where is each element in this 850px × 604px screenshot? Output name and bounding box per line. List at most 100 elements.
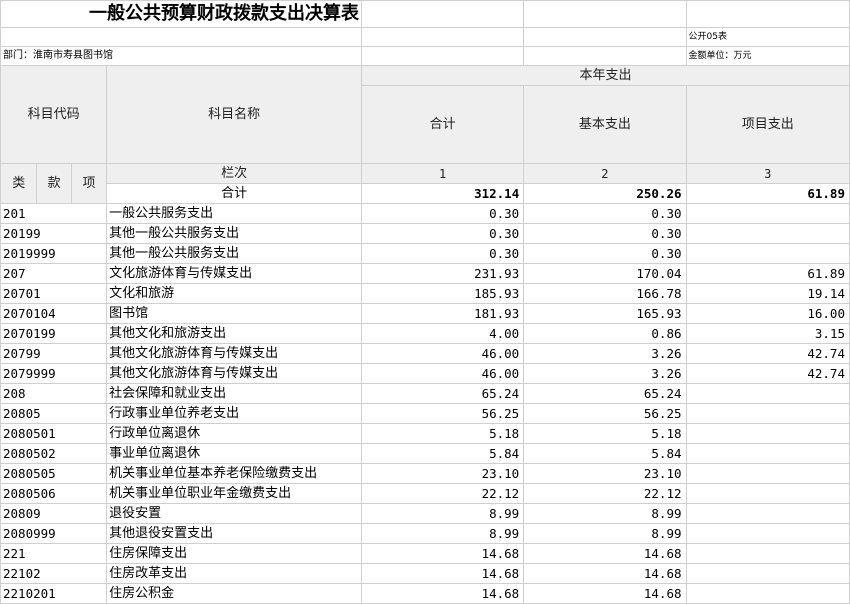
row-code: 2080999 <box>0 523 108 544</box>
row-project: 19.14 <box>685 283 850 304</box>
row-project: 61.89 <box>685 263 850 284</box>
row-total: 65.24 <box>360 383 525 404</box>
row-total: 56.25 <box>360 403 525 424</box>
row-basic: 5.18 <box>523 423 687 444</box>
row-total: 46.00 <box>360 363 525 384</box>
lei-header: 类 <box>0 163 38 204</box>
row-code: 221 <box>0 543 108 564</box>
row-name: 其他退役安置支出 <box>106 523 362 544</box>
row-basic: 14.68 <box>523 563 687 584</box>
row-basic: 0.30 <box>523 223 687 244</box>
row-code: 208 <box>0 383 108 404</box>
row-total: 5.84 <box>360 443 525 464</box>
row-total: 231.93 <box>360 263 525 284</box>
row-project <box>685 383 850 404</box>
row-project <box>685 203 850 224</box>
row-basic: 56.25 <box>523 403 687 424</box>
report-title: 一般公共预算财政拨款支出决算表 <box>0 0 362 28</box>
table-row: 2070104 图书馆 181.93 165.93 16.00 <box>0 303 850 324</box>
table-row: 20809 退役安置 8.99 8.99 <box>0 503 850 524</box>
total-row-total: 312.14 <box>360 183 525 204</box>
row-total: 5.18 <box>360 423 525 444</box>
row-code: 2080502 <box>0 443 108 464</box>
row-code: 2079999 <box>0 363 108 384</box>
column-index-header: 栏次 <box>106 163 362 184</box>
form-code: 公开05表 <box>685 27 850 47</box>
row-name: 图书馆 <box>106 303 362 324</box>
row-code: 20199 <box>0 223 108 244</box>
row-code: 2070104 <box>0 303 108 324</box>
row-name: 行政单位离退休 <box>106 423 362 444</box>
row-total: 185.93 <box>360 283 525 304</box>
table-row: 20799 其他文化旅游体育与传媒支出 46.00 3.26 42.74 <box>0 343 850 364</box>
row-code: 20701 <box>0 283 108 304</box>
unit-label: 金额单位：万元 <box>685 46 850 66</box>
row-name: 其他文化旅游体育与传媒支出 <box>106 363 362 384</box>
table-row: 2080502 事业单位离退休 5.84 5.84 <box>0 443 850 464</box>
table-row: 2070199 其他文化和旅游支出 4.00 0.86 3.15 <box>0 323 850 344</box>
row-total: 8.99 <box>360 523 525 544</box>
row-total: 4.00 <box>360 323 525 344</box>
row-basic: 23.10 <box>523 463 687 484</box>
row-code: 201 <box>0 203 108 224</box>
row-basic: 0.86 <box>523 323 687 344</box>
row-basic: 166.78 <box>523 283 687 304</box>
row-name: 文化和旅游 <box>106 283 362 304</box>
row-project <box>685 543 850 564</box>
expense-table: 一般公共预算财政拨款支出决算表 公开05表 部门：淮南市寿县图书馆 金额单位：万… <box>0 0 850 604</box>
row-name: 其他一般公共服务支出 <box>106 223 362 244</box>
row-project <box>685 563 850 584</box>
row-basic: 0.30 <box>523 203 687 224</box>
row-basic: 3.26 <box>523 343 687 364</box>
project-expense-header: 项目支出 <box>685 85 850 164</box>
row-name: 事业单位离退休 <box>106 443 362 464</box>
row-project: 42.74 <box>685 363 850 384</box>
row-name: 机关事业单位基本养老保险缴费支出 <box>106 463 362 484</box>
row-project <box>685 483 850 504</box>
table-row: 2080999 其他退役安置支出 8.99 8.99 <box>0 523 850 544</box>
row-project <box>685 403 850 424</box>
row-code: 2080501 <box>0 423 108 444</box>
table-row: 207 文化旅游体育与传媒支出 231.93 170.04 61.89 <box>0 263 850 284</box>
row-code: 2080506 <box>0 483 108 504</box>
row-code: 207 <box>0 263 108 284</box>
row-project: 42.74 <box>685 343 850 364</box>
row-project <box>685 523 850 544</box>
row-name: 其他一般公共服务支出 <box>106 243 362 264</box>
col-index-3: 3 <box>685 163 850 184</box>
xiang-header: 项 <box>70 163 108 204</box>
total-row-basic: 250.26 <box>523 183 687 204</box>
row-code: 20799 <box>0 343 108 364</box>
total-row-project: 61.89 <box>685 183 850 204</box>
row-name: 机关事业单位职业年金缴费支出 <box>106 483 362 504</box>
table-row: 2079999 其他文化旅游体育与传媒支出 46.00 3.26 42.74 <box>0 363 850 384</box>
table-row: 2080501 行政单位离退休 5.18 5.18 <box>0 423 850 444</box>
spreadsheet: 一般公共预算财政拨款支出决算表 公开05表 部门：淮南市寿县图书馆 金额单位：万… <box>0 0 850 604</box>
row-basic: 14.68 <box>523 543 687 564</box>
row-code: 20809 <box>0 503 108 524</box>
row-basic: 0.30 <box>523 243 687 264</box>
row-code: 20805 <box>0 403 108 424</box>
row-project <box>685 243 850 264</box>
row-name: 其他文化和旅游支出 <box>106 323 362 344</box>
row-code: 22102 <box>0 563 108 584</box>
row-total: 181.93 <box>360 303 525 324</box>
table-row: 2080506 机关事业单位职业年金缴费支出 22.12 22.12 <box>0 483 850 504</box>
row-total: 0.30 <box>360 243 525 264</box>
row-project <box>685 223 850 244</box>
row-total: 46.00 <box>360 343 525 364</box>
basic-expense-header: 基本支出 <box>523 85 687 164</box>
row-project <box>685 423 850 444</box>
row-name: 退役安置 <box>106 503 362 524</box>
row-code: 2080505 <box>0 463 108 484</box>
row-code: 2019999 <box>0 243 108 264</box>
row-project: 3.15 <box>685 323 850 344</box>
subject-code-header: 科目代码 <box>0 65 108 164</box>
subject-name-header: 科目名称 <box>106 65 362 164</box>
table-row: 208 社会保障和就业支出 65.24 65.24 <box>0 383 850 404</box>
row-name: 住房保障支出 <box>106 543 362 564</box>
row-name: 一般公共服务支出 <box>106 203 362 224</box>
row-name: 社会保障和就业支出 <box>106 383 362 404</box>
row-project <box>685 503 850 524</box>
col-index-2: 2 <box>523 163 687 184</box>
